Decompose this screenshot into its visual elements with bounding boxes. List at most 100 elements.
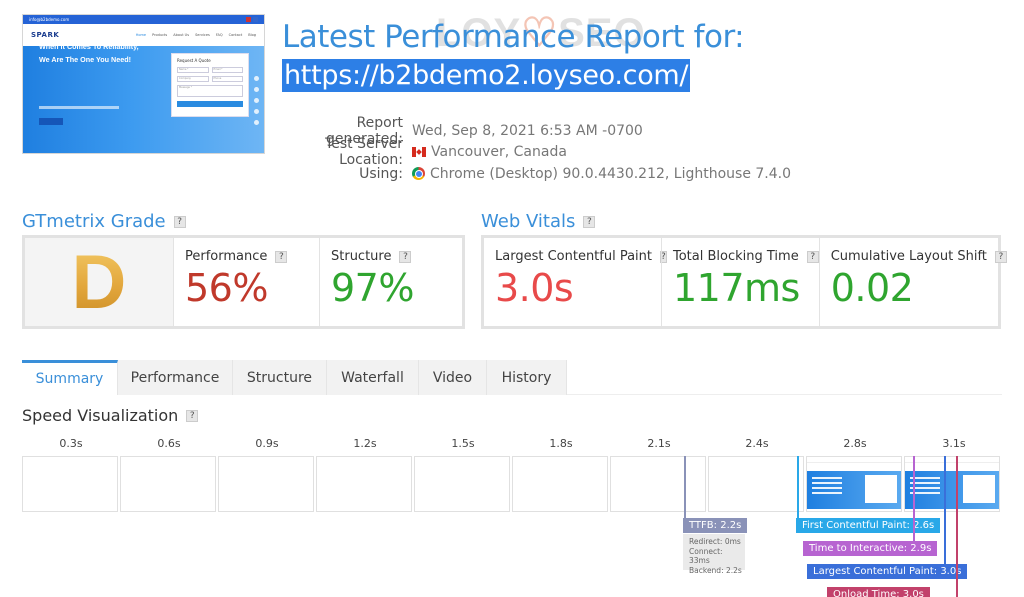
report-meta: Report generated: Wed, Sep 8, 2021 6:53 … [282,115,791,185]
lcp-cell: Largest Contentful Paint? 3.0s [484,238,667,326]
tab-structure[interactable]: Structure [233,360,327,395]
help-icon[interactable]: ? [583,215,596,228]
onload-marker: Onload Time: 3.0s [827,587,930,597]
filmstrip-frame [414,456,510,512]
ttfb-marker: TTFB: 2.2s [683,518,748,533]
help-icon[interactable]: ? [806,250,819,263]
thumbnail-logo: SPARK [31,31,60,39]
help-icon[interactable]: ? [186,409,199,422]
web-vitals-heading: Web Vitals ? [481,211,596,232]
structure-cell: Structure? 97% [319,238,462,326]
performance-value: 56% [185,266,268,310]
lcp-label: Largest Contentful Paint [495,249,653,264]
lcp-marker: Largest Contentful Paint: 3.0s [807,564,968,579]
filmstrip-frame [512,456,608,512]
timeline-label: 2.8s [843,437,867,450]
chrome-icon [412,167,425,181]
meta-value: Wed, Sep 8, 2021 6:53 AM -0700 [412,122,643,139]
thumbnail-field: Message * [177,85,243,97]
speed-visualization-title: Speed Visualization [22,406,179,425]
page-title: Latest Performance Report for: [282,19,745,55]
thumbnail-topbar: info@b2bdemo.com [23,15,264,24]
timeline-label: 1.8s [549,437,573,450]
ttfb-redirect: Redirect: 0ms [689,537,741,546]
filmstrip-frame [610,456,706,512]
timeline-label: 1.5s [451,437,475,450]
filmstrip-frame [316,456,412,512]
meta-label: Using: [359,165,403,182]
filmstrip-frame [22,456,118,512]
gtmetrix-grade-heading: GTmetrix Grade ? [22,211,186,232]
thumbnail-field: Phone [211,76,243,82]
thumbnail-nav-item: Services [195,33,210,37]
onload-line [956,456,958,597]
thumbnail-nav-item: About Us [173,33,190,37]
filmstrip-frame [708,456,804,512]
tti-line [913,456,915,545]
tab-video[interactable]: Video [419,360,487,395]
thumbnail-quote-form: Request A Quote Name * Email * Company Pho… [171,53,249,117]
gtmetrix-grade-panel: D Performance? 56% Structure? 97% [22,235,465,329]
help-icon[interactable]: ? [399,250,412,263]
web-vitals-title: Web Vitals [481,211,576,232]
speed-visualization-heading: Speed Visualization ? [22,406,199,425]
help-icon[interactable]: ? [173,215,186,228]
filmstrip-screenshot[interactable] [904,456,1000,512]
tab-performance[interactable]: Performance [118,360,233,395]
thumbnail-nav-item: Products [152,33,168,37]
report-url[interactable]: https://b2bdemo2.loyseo.com/ [282,59,691,92]
grade-letter: D [71,239,127,325]
timeline-label: 2.4s [745,437,769,450]
timeline-label: 0.6s [157,437,181,450]
timeline-label: 0.9s [255,437,279,450]
gtmetrix-grade-title: GTmetrix Grade [22,211,166,232]
fcp-marker: First Contentful Paint: 2.6s [796,518,941,533]
meta-label: Test Server Location: [325,136,403,169]
tab-history[interactable]: History [487,360,567,395]
help-icon[interactable]: ? [275,250,288,263]
tbt-value: 117ms [673,266,800,310]
ttfb-details: Redirect: 0ms Connect: 33ms Backend: 2.2… [683,534,745,575]
filmstrip-screenshot[interactable] [806,456,902,512]
ttfb-line [684,456,686,520]
tti-marker: Time to Interactive: 2.9s [803,541,938,556]
ttfb-connect: Connect: 33ms [689,546,723,566]
site-thumbnail[interactable]: info@b2bdemo.com SPARK Home Products Abo… [22,14,265,154]
grade-cell: D [25,238,173,326]
thumbnail-nav-item: Home [135,33,147,37]
thumbnail-email: info@b2bdemo.com [29,17,70,22]
lcp-line [944,456,946,566]
meta-row-using: Using: Chrome (Desktop) 90.0.4430.212, L… [282,163,791,185]
thumbnail-hero: When It Comes To Reliability, We Are The… [23,42,264,153]
cls-value: 0.02 [830,266,914,310]
canada-flag-icon [412,147,426,158]
thumbnail-nav-item: FAQ [215,33,223,37]
tbt-label: Total Blocking Time [673,249,799,264]
thumbnail-nav-item: Contact [228,33,243,37]
tab-summary[interactable]: Summary [22,360,118,395]
meta-row-location: Test Server Location: Vancouver, Canada [282,136,791,168]
tbt-cell: Total Blocking Time? 117ms [661,238,819,326]
meta-value: Chrome (Desktop) 90.0.4430.212, Lighthou… [430,165,792,182]
filmstrip-frame [218,456,314,512]
help-icon[interactable]: ? [994,250,1007,263]
report-tabs: Summary Performance Structure Waterfall … [22,360,567,395]
timeline-label: 0.3s [59,437,83,450]
timeline-label: 1.2s [353,437,377,450]
web-vitals-panel: Largest Contentful Paint? 3.0s Total Blo… [481,235,1007,329]
thumbnail-field: Company [177,76,209,82]
fcp-line [797,456,799,522]
cls-cell: Cumulative Layout Shift? 0.02 [818,238,1007,326]
cls-label: Cumulative Layout Shift [830,249,987,264]
performance-label: Performance [185,249,268,264]
timeline-label: 3.1s [942,437,966,450]
filmstrip-frame [120,456,216,512]
timeline-label: 2.1s [647,437,671,450]
thumbnail-hero-text: When It Comes To Reliability, We Are The… [39,42,139,64]
thumbnail-nav-item: Blog [248,33,256,37]
performance-cell: Performance? 56% [173,238,319,326]
thumbnail-quote-title: Request A Quote [177,58,211,63]
tab-waterfall[interactable]: Waterfall [327,360,419,395]
lcp-value: 3.0s [495,266,574,310]
meta-value: Vancouver, Canada [431,144,567,161]
